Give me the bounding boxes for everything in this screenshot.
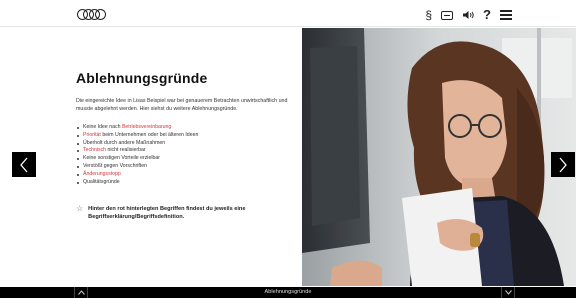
- help-icon[interactable]: ?: [483, 8, 491, 22]
- reasons-list: Keine Idee nach Betriebsvereinbarung Pri…: [76, 124, 296, 186]
- header: § ?: [0, 0, 576, 27]
- list-item: Priorität beim Unternehmen oder bei älte…: [76, 132, 296, 140]
- speaker-icon[interactable]: [462, 10, 474, 20]
- book-icon[interactable]: [441, 10, 454, 20]
- list-item: Keine sonstigen Vorteile erzielbar: [76, 155, 296, 163]
- audi-logo: [77, 9, 107, 20]
- page-title: Ablehnungsgründe: [76, 70, 208, 86]
- hint-icon: ☆: [76, 204, 84, 213]
- list-item: Technisch nicht realisierbar: [76, 147, 296, 155]
- term-link[interactable]: Technisch: [83, 147, 106, 153]
- list-item: Verstößt gegen Vorschriften: [76, 163, 296, 171]
- list-item: Qualitätsgründe: [76, 179, 296, 187]
- term-link[interactable]: Änderungsstopp: [83, 171, 121, 177]
- bottom-bar: Ablehnungsgründe: [0, 287, 576, 298]
- menu-icon[interactable]: [500, 10, 512, 20]
- chevron-down-button[interactable]: [501, 287, 515, 298]
- term-link[interactable]: Betriebsvereinbarung: [122, 124, 171, 130]
- app-frame: § ? Ablehnungsgründe Die eingereichte Id…: [0, 0, 576, 298]
- previous-arrow-button[interactable]: [12, 152, 36, 177]
- photo-woman-at-monitor: [302, 28, 576, 286]
- header-icons: § ?: [425, 8, 512, 22]
- list-item: Änderungsstopp: [76, 171, 296, 179]
- note-text: Hinter den rot hinterlegten Begriffen fi…: [88, 206, 246, 220]
- next-arrow-button[interactable]: [551, 152, 575, 177]
- glossary-note: ☆ Hinter den rot hinterlegten Begriffen …: [76, 205, 296, 221]
- term-link[interactable]: Priorität: [83, 132, 101, 138]
- list-item: Überholt durch andere Maßnahmen: [76, 140, 296, 148]
- chapter-title: Ablehnungsgründe: [264, 289, 312, 295]
- text-panel: Ablehnungsgründe Die eingereichte Idee i…: [10, 28, 302, 286]
- intro-text: Die eingereichte Idee in Lisas Beispiel …: [76, 98, 288, 112]
- list-item: Keine Idee nach Betriebsvereinbarung: [76, 124, 296, 132]
- paragraph-icon[interactable]: §: [425, 8, 432, 22]
